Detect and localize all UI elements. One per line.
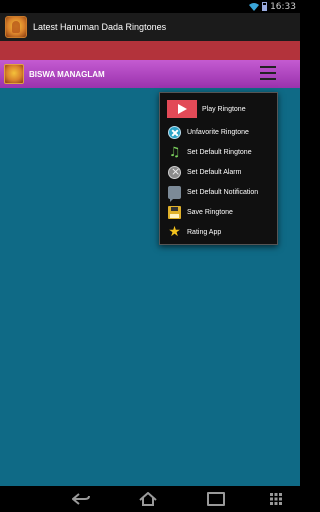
system-nav-bar <box>0 486 300 512</box>
app-title: Latest Hanuman Dada Ringtones <box>33 22 167 32</box>
home-icon[interactable] <box>138 491 158 507</box>
music-note-icon: ♫ <box>168 144 181 160</box>
menu-item-save-ringtone[interactable]: Save Ringtone <box>160 204 277 220</box>
menu-item-label: Rating App <box>187 228 222 236</box>
banner-strip <box>0 41 300 60</box>
options-popup-menu: Play Ringtone Unfavorite Ringtone ♫ Set … <box>159 92 278 245</box>
clock: 16:33 <box>270 1 296 12</box>
app-logo-icon[interactable] <box>5 16 27 38</box>
status-bar: 16:33 <box>0 0 300 13</box>
notification-icon <box>168 185 181 202</box>
alarm-icon <box>168 165 181 179</box>
menu-item-label: Save Ringtone <box>187 208 233 216</box>
menu-item-unfavorite-ringtone[interactable]: Unfavorite Ringtone <box>160 124 277 140</box>
play-icon <box>167 100 197 118</box>
menu-item-set-default-alarm[interactable]: Set Default Alarm <box>160 164 277 180</box>
menu-item-rating-app[interactable]: ★ Rating App <box>160 224 277 240</box>
song-toolbar: BISWA MANAGLAM <box>0 60 300 88</box>
menu-item-label: Set Default Ringtone <box>187 148 252 156</box>
star-icon: ★ <box>168 224 181 240</box>
recent-apps-icon[interactable] <box>206 491 226 507</box>
menu-grid-icon[interactable] <box>266 491 286 507</box>
song-title: BISWA MANAGLAM <box>29 69 105 79</box>
battery-icon <box>262 2 268 11</box>
save-icon <box>168 205 181 219</box>
menu-item-label: Set Default Alarm <box>187 168 242 176</box>
wifi-icon <box>249 3 260 11</box>
unfavorite-icon <box>168 125 181 139</box>
app-bar: Latest Hanuman Dada Ringtones <box>0 13 300 41</box>
menu-item-set-default-ringtone[interactable]: ♫ Set Default Ringtone <box>160 144 277 160</box>
song-thumbnail-icon <box>4 64 24 84</box>
menu-item-play-ringtone[interactable]: Play Ringtone <box>160 98 277 120</box>
hamburger-menu-icon[interactable] <box>260 66 276 80</box>
menu-item-label: Play Ringtone <box>202 105 246 113</box>
back-icon[interactable] <box>71 491 91 507</box>
menu-item-label: Set Default Notification <box>187 188 259 196</box>
menu-item-label: Unfavorite Ringtone <box>187 128 249 136</box>
menu-item-set-default-notification[interactable]: Set Default Notification <box>160 184 277 202</box>
